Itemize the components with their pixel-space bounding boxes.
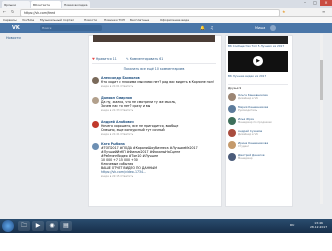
comment-meta[interactable]: вчера в 21:33 Ответить: [101, 109, 133, 113]
comment-icon: ✎: [126, 57, 129, 61]
tab-3-label: Новая вкладка: [64, 3, 88, 7]
comment-meta[interactable]: вчера в 21:01 Ответить: [101, 85, 133, 89]
friend-sub: Студент: [238, 145, 250, 148]
menu-icon[interactable]: ≡: [322, 9, 325, 14]
avatar: [228, 141, 236, 149]
video-thumb-top[interactable]: [228, 36, 288, 44]
minimize-icon[interactable]: –: [300, 0, 310, 6]
bottom-area: [0, 233, 332, 251]
maximize-icon[interactable]: □: [310, 0, 320, 6]
avatar[interactable]: [270, 25, 276, 31]
video-title[interactable]: ВК Сообщество Топ 5 Лучших из 2017: [228, 44, 288, 48]
media-icon[interactable]: ▶: [32, 221, 44, 231]
friend-sub: Дизайнер в VK: [238, 133, 258, 136]
sidebar-item-news[interactable]: Новости: [6, 36, 21, 40]
friend-sub: Руководитель: [238, 109, 258, 112]
sidebar-item-label: Новости: [6, 36, 21, 40]
avatar: [228, 93, 236, 101]
browser-icon[interactable]: ◉: [46, 221, 58, 231]
scrollbar-thumb[interactable]: [320, 60, 323, 100]
post-image: [93, 35, 215, 42]
avatar[interactable]: [92, 121, 99, 128]
tab-1-label: Ярлыки: [4, 3, 17, 7]
comment-button[interactable]: ✎ Комментировать 61: [126, 57, 163, 61]
tab-2[interactable]: ВКонтакте: [31, 1, 61, 8]
star-icon[interactable]: ★: [282, 9, 286, 14]
avatar: [228, 153, 236, 161]
comment-link[interactable]: https://vk.com/video-1734...: [101, 170, 216, 174]
video-subtitle[interactable]: ВК Лучшие видео из 2017: [228, 74, 288, 78]
explorer-icon[interactable]: 🗀: [18, 221, 30, 231]
avatar[interactable]: [92, 143, 99, 150]
language-indicator[interactable]: RU: [290, 223, 294, 227]
comment-text: Кто ходит с плохими мыслями нет? рад вас…: [101, 80, 215, 84]
tab-1[interactable]: Ярлыки: [2, 1, 30, 8]
friend-sub: Менеджер: [238, 157, 253, 160]
avatar: [228, 129, 236, 137]
close-icon[interactable]: ×: [320, 0, 332, 6]
system-clock[interactable]: 13:46 28.12.2017: [310, 221, 327, 229]
friend-sub: Дизайнер в VK: [238, 97, 258, 100]
avatar: [228, 117, 236, 125]
divider: [228, 84, 288, 85]
vk-user-name[interactable]: Миша: [255, 24, 265, 32]
avatar[interactable]: [92, 97, 99, 104]
comment-meta[interactable]: вчера в 22:15 Ответить: [101, 175, 133, 179]
bell-icon[interactable]: 🔔: [200, 24, 205, 32]
tab-2-label: ВКонтакте: [33, 3, 50, 7]
reload-icon[interactable]: ↻: [11, 9, 14, 14]
friends-header[interactable]: Друзья 9: [228, 86, 241, 90]
start-button[interactable]: [2, 220, 14, 232]
back-icon[interactable]: ←: [3, 9, 6, 14]
comment-meta[interactable]: вчера в 21:41 Ответить: [101, 133, 133, 137]
like-button[interactable]: ♥ Нравится 11: [92, 57, 117, 61]
comment-text-2: Зачем нас то нет? сразу и вы: [101, 104, 151, 108]
url-input[interactable]: https://vk.com/feed: [20, 9, 280, 17]
vk-search-input[interactable]: Поиск: [40, 25, 102, 31]
music-icon[interactable]: ♫: [210, 24, 214, 32]
clock-date: 28.12.2017: [310, 225, 328, 229]
divider: [92, 63, 216, 64]
comment-text-2: Смешно, еще конкурсный тут сочный: [101, 128, 165, 132]
avatar[interactable]: [92, 77, 99, 84]
vk-logo[interactable]: VK: [12, 24, 20, 32]
friend-sub: Менеджер по продажам: [238, 121, 272, 124]
avatar: [228, 105, 236, 113]
folder-icon[interactable]: ▤: [60, 221, 72, 231]
play-icon[interactable]: ▶: [253, 56, 263, 66]
heart-icon: ♥: [92, 57, 95, 61]
show-more-comments[interactable]: Показать все ещё 10 комментариев: [92, 67, 216, 71]
tab-3[interactable]: Новая вкладка: [62, 1, 90, 8]
